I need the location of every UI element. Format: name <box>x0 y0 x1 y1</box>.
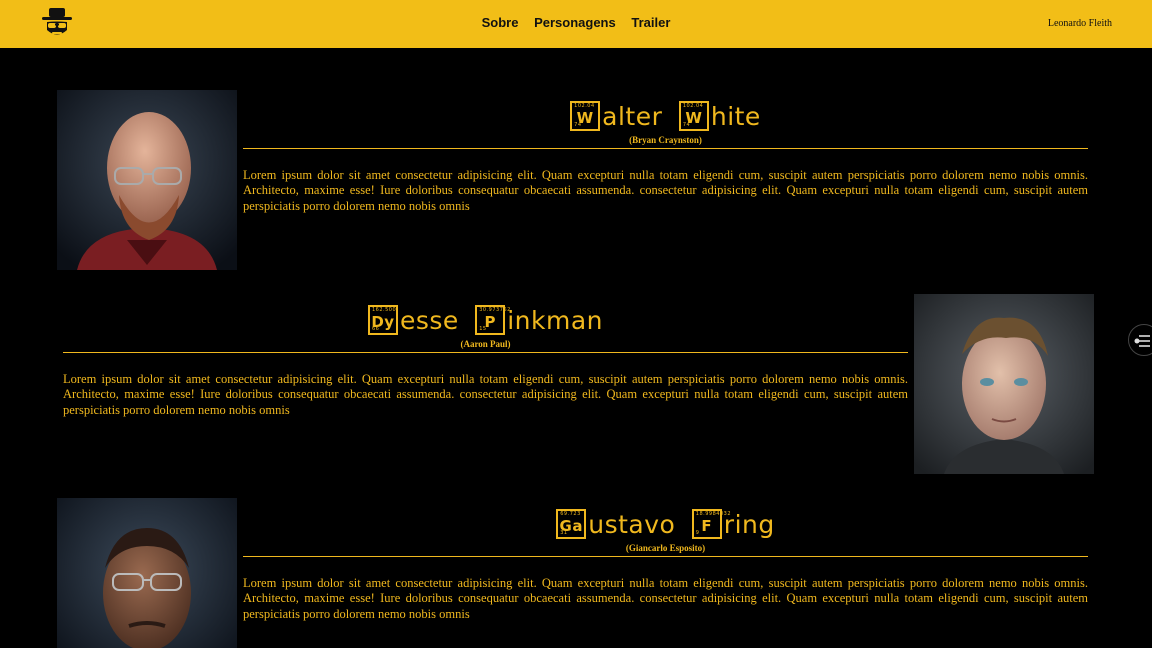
divider <box>63 352 908 353</box>
periodic-element-tile: 162.500 Dy 66 <box>367 305 398 335</box>
divider <box>243 148 1088 149</box>
actor-name: (Giancarlo Esposito) <box>625 543 706 553</box>
periodic-element-tile: 102.04 W 74 <box>678 101 709 131</box>
character-card-gustavo-fring: 69.723 Ga 31 ustavo 18.9984032 F 9 ring (Gianc… <box>243 508 1088 622</box>
character-name: 102.04 W 74 alter 102.04 W 74 hite <box>243 100 1088 134</box>
main-nav: Sobre Personagens Trailer <box>0 15 1152 30</box>
settings-toggle-button[interactable] <box>1128 324 1152 356</box>
sliders-toggle-icon <box>1134 335 1150 347</box>
gustavo-fring-portrait <box>57 498 237 648</box>
nav-link-sobre[interactable]: Sobre <box>482 15 519 30</box>
top-navbar: Sobre Personagens Trailer Leonardo Fleit… <box>0 0 1152 48</box>
walter-white-portrait <box>57 90 237 270</box>
character-name: 69.723 Ga 31 ustavo 18.9984032 F 9 ring <box>243 508 1088 542</box>
periodic-element-tile: 69.723 Ga 31 <box>556 509 587 539</box>
divider <box>243 556 1088 557</box>
actor-name: (Aaron Paul) <box>460 339 511 349</box>
character-card-walter-white: 102.04 W 74 alter 102.04 W 74 hite (Bryan Cray… <box>243 100 1088 214</box>
periodic-element-tile: 30.973762 P 15 <box>475 305 510 335</box>
character-bio: Lorem ipsum dolor sit amet consectetur a… <box>63 372 908 417</box>
nav-link-trailer[interactable]: Trailer <box>631 15 670 30</box>
jesse-pinkman-portrait <box>914 294 1094 474</box>
character-name: 162.500 Dy 66 esse 30.973762 P 15 inkman <box>63 304 908 338</box>
periodic-element-tile: 102.04 W 74 <box>570 101 601 131</box>
character-card-jesse-pinkman: 162.500 Dy 66 esse 30.973762 P 15 inkman (Aaro… <box>63 304 908 418</box>
author-name: Leonardo Fleith <box>1047 18 1112 29</box>
actor-name: (Bryan Craynston) <box>629 135 702 145</box>
character-bio: Lorem ipsum dolor sit amet consectetur a… <box>243 168 1088 213</box>
periodic-element-tile: 18.9984032 F 9 <box>691 509 731 539</box>
character-bio: Lorem ipsum dolor sit amet consectetur a… <box>243 576 1088 621</box>
nav-link-personagens[interactable]: Personagens <box>534 15 616 30</box>
